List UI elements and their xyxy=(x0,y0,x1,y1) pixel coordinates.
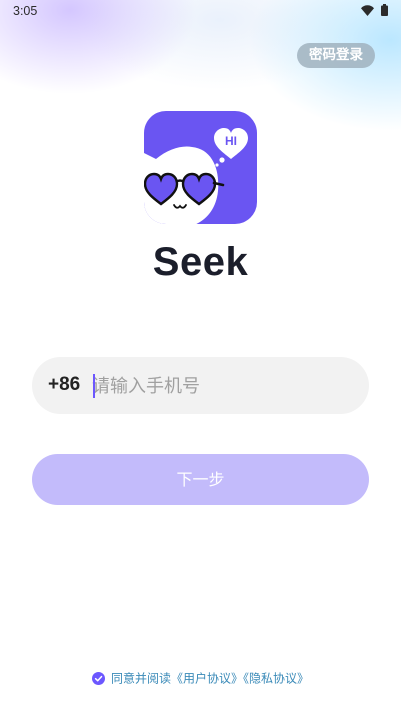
next-button[interactable]: 下一步 xyxy=(32,454,369,505)
password-login-button[interactable]: 密码登录 xyxy=(297,43,375,68)
app-name: Seek xyxy=(152,240,249,284)
text-caret xyxy=(93,374,95,398)
user-agreement-link[interactable]: 《用户协议》 xyxy=(171,672,243,686)
agree-checkbox-icon[interactable] xyxy=(91,672,105,685)
phone-input[interactable] xyxy=(92,373,332,399)
privacy-policy-link[interactable]: 《隐私协议》 xyxy=(243,672,309,686)
status-bar: 3:05 xyxy=(0,0,401,24)
battery-icon xyxy=(381,4,388,16)
logo-bubble-text: HI xyxy=(225,134,237,148)
phone-field[interactable]: +86 xyxy=(32,357,369,414)
status-time: 3:05 xyxy=(13,4,38,18)
agreement-row: 同意并阅读《用户协议》《隐私协议》 xyxy=(0,668,401,688)
app-logo: HI xyxy=(144,111,257,224)
agreement-prefix: 同意并阅读 xyxy=(110,671,171,686)
wifi-icon xyxy=(361,5,374,16)
country-code-selector[interactable]: +86 xyxy=(48,374,80,396)
